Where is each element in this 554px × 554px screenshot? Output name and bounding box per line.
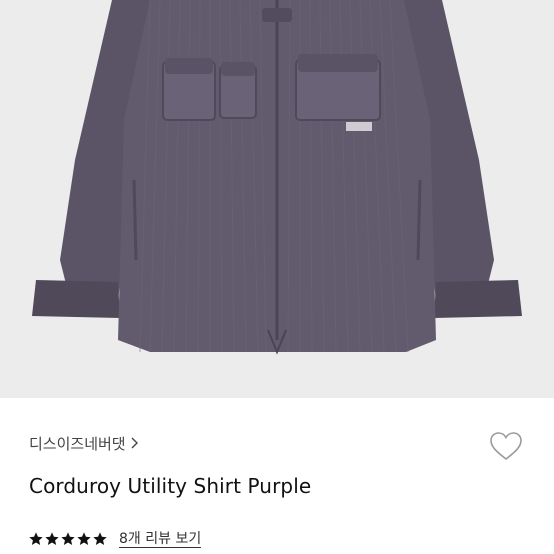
chevron-right-icon — [130, 436, 139, 450]
review-link[interactable]: 8개 리뷰 보기 — [119, 531, 202, 548]
star-icon — [60, 531, 76, 547]
brand-name: 디스이즈네버댓 — [29, 434, 126, 453]
star-rating — [28, 531, 108, 547]
heart-outline-icon — [489, 431, 523, 461]
star-icon — [44, 531, 60, 547]
product-image[interactable] — [0, 0, 554, 398]
product-title: Corduroy Utility Shirt Purple — [29, 474, 312, 498]
star-icon — [92, 531, 108, 547]
star-icon — [28, 531, 44, 547]
star-icon — [76, 531, 92, 547]
brand-link[interactable]: 디스이즈네버댓 — [29, 431, 139, 455]
rating-row: 8개 리뷰 보기 — [28, 529, 202, 549]
wishlist-button[interactable] — [486, 426, 526, 466]
shirt-illustration — [0, 0, 554, 398]
product-info: 디스이즈네버댓 Corduroy Utility Shirt Purple 8개… — [0, 398, 554, 554]
